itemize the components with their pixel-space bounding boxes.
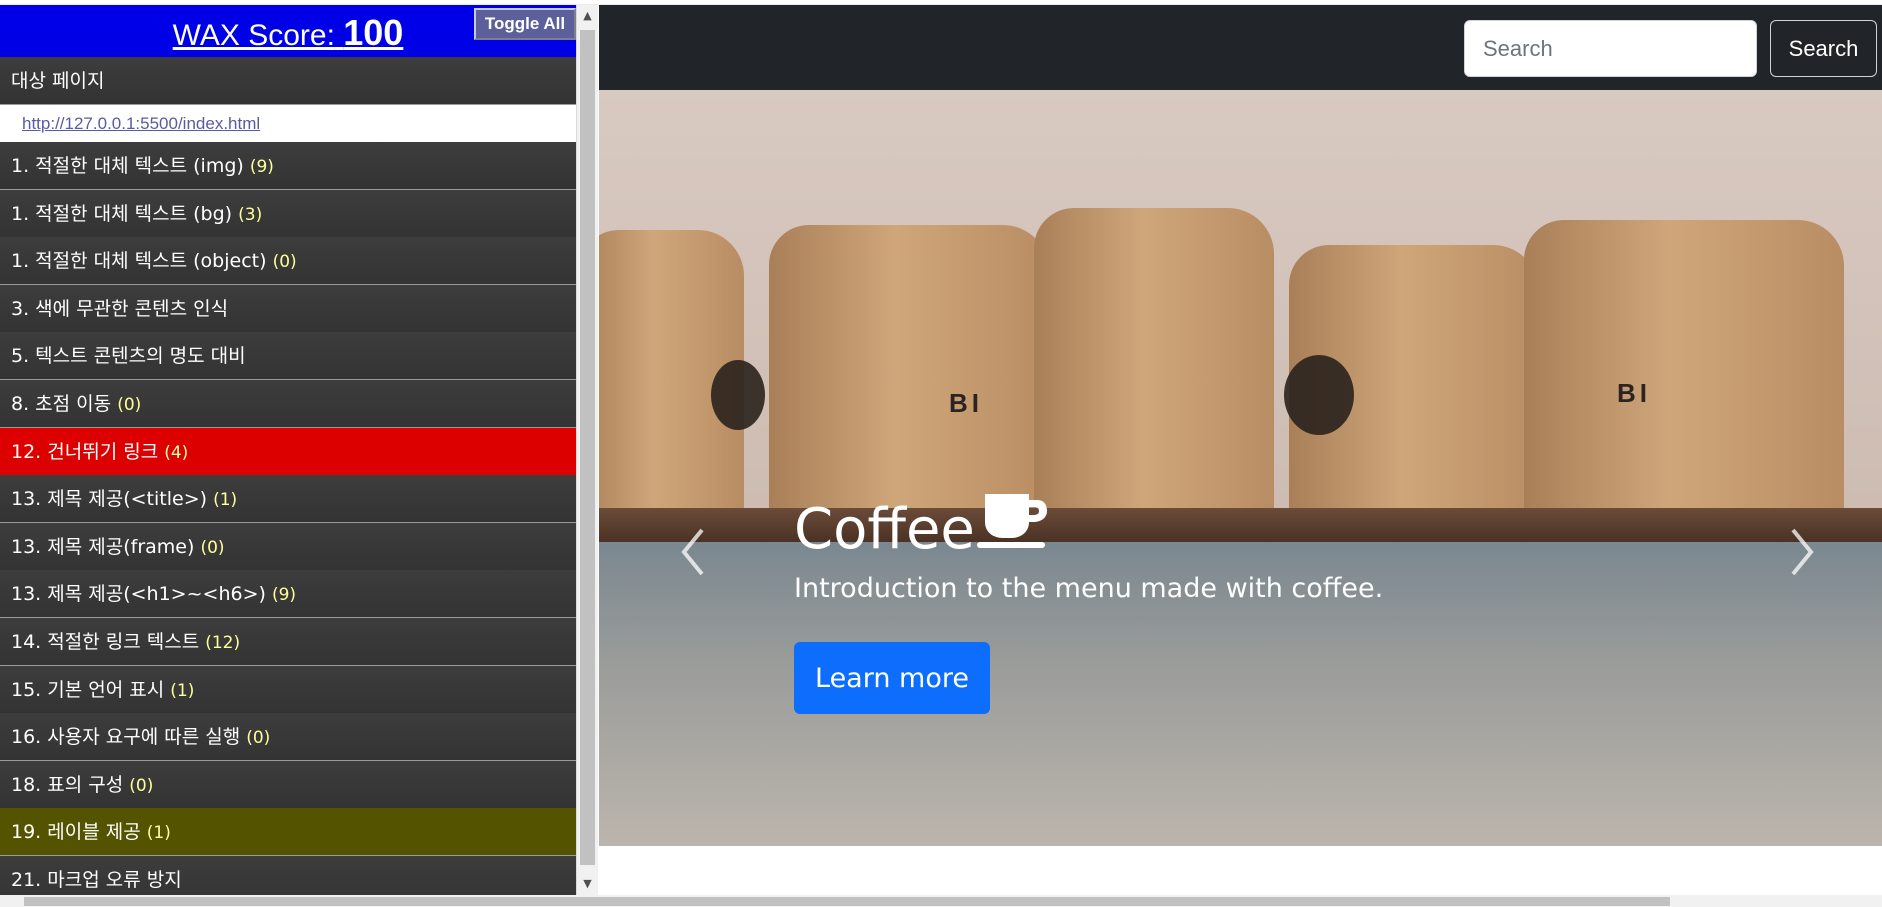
wax-check-label: 1. 적절한 대체 텍스트 (bg)	[11, 203, 233, 225]
wax-check-item[interactable]: 13. 제목 제공(frame) (0)	[0, 523, 576, 571]
scroll-thumb[interactable]	[580, 30, 595, 865]
sack-logo	[711, 360, 765, 430]
wax-check-count: (0)	[246, 728, 271, 748]
wax-check-label: 3. 색에 무관한 콘텐츠 인식	[11, 298, 229, 320]
coffee-sack-image	[1034, 208, 1274, 518]
page-horizontal-scrollbar[interactable]	[0, 895, 1882, 907]
wax-check-label: 13. 제목 제공(<title>)	[11, 488, 208, 510]
wax-check-count: (0)	[272, 252, 297, 272]
horizontal-scroll-thumb[interactable]	[24, 897, 1670, 906]
carousel-prev-icon[interactable]	[674, 522, 714, 582]
wax-check-item[interactable]: 14. 적절한 링크 텍스트 (12)	[0, 618, 576, 666]
coffee-cup-icon	[976, 494, 1047, 548]
wax-check-count: (3)	[238, 205, 263, 225]
wax-check-count: (1)	[146, 823, 171, 843]
wax-check-count: (9)	[249, 157, 274, 177]
wax-check-count: (12)	[205, 633, 241, 653]
wax-check-item[interactable]: 12. 건너뛰기 링크 (4)	[0, 428, 576, 476]
wooden-shelf	[599, 508, 1882, 542]
wax-score-value: 100	[343, 12, 404, 53]
search-input[interactable]	[1464, 20, 1757, 77]
sack-logo	[1284, 355, 1354, 435]
hero-carousel: BI BI	[599, 90, 1882, 846]
target-url-link[interactable]: http://127.0.0.1:5500/index.html	[22, 114, 260, 133]
wax-check-label: 18. 표의 구성	[11, 774, 124, 796]
scroll-down-arrow-icon[interactable]: ▼	[577, 873, 598, 895]
wax-score-label: WAX Score:	[172, 19, 335, 52]
wax-check-item[interactable]: 1. 적절한 대체 텍스트 (img) (9)	[0, 142, 576, 190]
wax-check-label: 21. 마크업 오류 방지	[11, 869, 182, 891]
slide-title-text: Coffee	[794, 497, 975, 562]
wax-check-label: 19. 레이블 제공	[11, 821, 141, 843]
wax-check-item[interactable]: 13. 제목 제공(<h1>~<h6>) (9)	[0, 570, 576, 618]
wax-check-item[interactable]: 13. 제목 제공(<title>) (1)	[0, 475, 576, 523]
carousel-next-icon[interactable]	[1781, 522, 1821, 582]
wax-check-count: (1)	[170, 681, 195, 701]
wax-check-count: (1)	[213, 490, 238, 510]
wax-check-item[interactable]: 21. 마크업 오류 방지	[0, 856, 576, 895]
wax-check-label: 1. 적절한 대체 텍스트 (img)	[11, 155, 244, 177]
sack-label: BI	[949, 388, 983, 418]
learn-more-button[interactable]: Learn more	[794, 642, 990, 714]
wax-check-item[interactable]: 16. 사용자 요구에 따른 실행 (0)	[0, 713, 576, 761]
target-url-row: http://127.0.0.1:5500/index.html	[0, 105, 576, 142]
wax-check-count: (9)	[271, 585, 297, 605]
wax-check-item[interactable]: 1. 적절한 대체 텍스트 (object) (0)	[0, 237, 576, 285]
wax-check-item[interactable]: 5. 텍스트 콘텐츠의 명도 대비	[0, 332, 576, 380]
wax-check-item[interactable]: 19. 레이블 제공 (1)	[0, 808, 576, 856]
slide-caption: Introduction to the menu made with coffe…	[794, 573, 1384, 604]
toggle-all-button[interactable]: Toggle All	[474, 8, 576, 40]
wax-check-label: 14. 적절한 링크 텍스트	[11, 631, 200, 653]
wax-panel: WAX Score: 100 Toggle All 대상 페이지 http://…	[0, 5, 576, 895]
wax-check-item[interactable]: 18. 표의 구성 (0)	[0, 761, 576, 809]
search-button[interactable]: Search	[1770, 20, 1877, 77]
wax-check-label: 12. 건너뛰기 링크	[11, 441, 159, 463]
scroll-up-arrow-icon[interactable]: ▲	[577, 5, 598, 27]
wax-check-item[interactable]: 3. 색에 무관한 콘텐츠 인식	[0, 285, 576, 333]
wax-check-label: 16. 사용자 요구에 따른 실행	[11, 726, 241, 748]
wax-check-label: 1. 적절한 대체 텍스트 (object)	[11, 250, 267, 272]
wax-check-item[interactable]: 8. 초점 이동 (0)	[0, 380, 576, 428]
wax-check-item[interactable]: 1. 적절한 대체 텍스트 (bg) (3)	[0, 190, 576, 238]
wax-check-label: 5. 텍스트 콘텐츠의 명도 대비	[11, 345, 246, 367]
wax-check-count: (0)	[129, 776, 154, 796]
sack-label: BI	[1617, 378, 1651, 408]
wax-check-label: 13. 제목 제공(<h1>~<h6>)	[11, 583, 266, 605]
target-page-header[interactable]: 대상 페이지	[0, 57, 576, 105]
panel-vertical-scrollbar[interactable]: ▲ ▼	[576, 5, 598, 895]
wax-check-label: 13. 제목 제공(frame)	[11, 536, 195, 558]
wax-check-label: 8. 초점 이동	[11, 393, 112, 415]
wax-check-label: 15. 기본 언어 표시	[11, 679, 165, 701]
coffee-sack-image	[1524, 220, 1844, 515]
wax-check-count: (4)	[164, 443, 189, 463]
slide-title: Coffee	[794, 492, 1051, 562]
wax-check-count: (0)	[200, 538, 225, 558]
wax-check-count: (0)	[117, 395, 142, 415]
wax-check-item[interactable]: 15. 기본 언어 표시 (1)	[0, 666, 576, 714]
coffee-sack-image	[769, 225, 1049, 515]
